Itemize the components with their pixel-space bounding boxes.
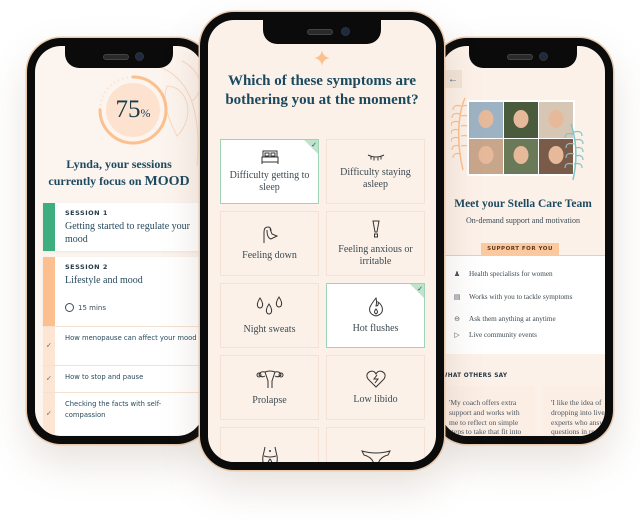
- phone-notch: [65, 46, 173, 68]
- session-status-bar: [43, 203, 55, 251]
- care-team-screen: ← Meet your Stella Care Team On-demand s…: [441, 46, 605, 436]
- testimonial-card: 'I like the idea of dropping into live w…: [543, 386, 605, 436]
- symptom-label: Hot flushes: [352, 322, 399, 334]
- back-button[interactable]: ←: [444, 70, 462, 88]
- support-text: Live community events: [469, 331, 537, 339]
- support-list: ♟ Health specialists for women ▤ Works wit…: [441, 255, 605, 354]
- bed-icon: [261, 150, 278, 164]
- team-member-photo: [504, 102, 538, 138]
- sad-face-profile-icon: [263, 225, 278, 243]
- focus-topic: MOOD: [144, 174, 190, 189]
- support-tab[interactable]: SUPPORT FOR YOU: [481, 243, 559, 255]
- symptoms-screen: Which of these symptoms are bothering yo…: [208, 20, 436, 462]
- phone-middle-symptoms: Which of these symptoms are bothering yo…: [200, 12, 444, 470]
- progress-percent-symbol: %: [140, 105, 151, 120]
- chat-icon: ⊖: [454, 315, 460, 323]
- progress-value: 75%: [97, 74, 169, 146]
- duration-text: 15 mins: [78, 303, 106, 312]
- person-icon: ♟: [453, 270, 461, 278]
- support-text: Works with you to tackle symptoms: [469, 293, 573, 301]
- closed-eye-icon: [367, 154, 384, 160]
- support-item: ♟ Health specialists for women: [453, 270, 553, 278]
- symptom-option[interactable]: [220, 427, 319, 462]
- lesson-item[interactable]: ✓ How menopause can affect your mood: [43, 326, 203, 365]
- phone-right-care-team: ← Meet your Stella Care Team On-demand s…: [433, 38, 613, 444]
- symptom-option[interactable]: ✓ Hot flushes: [326, 283, 425, 348]
- symptom-option[interactable]: ✓ Difficulty getting to sleep: [220, 139, 319, 204]
- team-member-photo: [469, 102, 503, 138]
- lesson-title: How to stop and pause: [65, 373, 144, 381]
- session-card-1[interactable]: SESSION 1 Getting started to regulate yo…: [43, 203, 203, 251]
- team-member-photo: [469, 138, 503, 174]
- symptom-label: Difficulty getting to sleep: [229, 169, 310, 193]
- session-duration: 15 mins: [65, 303, 197, 312]
- phone-notch: [263, 20, 381, 44]
- symptom-label: Feeling anxious or irritable: [338, 243, 413, 267]
- team-subtitle: On-demand support and motivation: [466, 216, 580, 225]
- session-label: SESSION 1: [65, 209, 108, 217]
- arrow-left-icon: ←: [448, 73, 458, 85]
- check-icon: ✓: [46, 374, 52, 383]
- symptom-option[interactable]: Night sweats: [220, 283, 319, 348]
- check-icon: ✓: [46, 341, 52, 350]
- phone-left-sessions: 75% Lynda, your sessions currently focus…: [27, 38, 211, 444]
- lesson-title: Checking the facts with self-compassion: [65, 400, 162, 419]
- symptom-grid: ✓ Difficulty getting to sleep Difficulty…: [220, 139, 432, 462]
- phone-notch: [469, 46, 577, 68]
- waist-icon: [261, 446, 278, 462]
- symptom-label: Night sweats: [243, 323, 296, 335]
- focus-line-2: currently focus on MOOD: [35, 173, 203, 190]
- check-icon: ✓: [311, 141, 317, 149]
- sessions-screen: 75% Lynda, your sessions currently focus…: [35, 46, 203, 436]
- what-others-say-heading: WHAT OTHERS SAY: [441, 373, 508, 379]
- symptom-option[interactable]: Prolapse: [220, 355, 319, 420]
- clock-icon: [65, 303, 74, 312]
- testimonial-card: 'My coach offers extra support and works…: [441, 386, 535, 436]
- support-text: Health specialists for women: [469, 270, 553, 278]
- check-icon: ✓: [46, 409, 52, 418]
- symptom-option[interactable]: Low libido: [326, 355, 425, 420]
- symptom-option[interactable]: Difficulty staying asleep: [326, 139, 425, 204]
- support-item: ⊖ Ask them anything at anytime: [453, 315, 556, 323]
- symptom-label: Feeling down: [242, 249, 297, 261]
- session-card-2[interactable]: SESSION 2 Lifestyle and mood 15 mins: [43, 257, 203, 326]
- droplets-icon: [256, 295, 282, 314]
- symptom-option[interactable]: Feeling anxious or irritable: [326, 211, 425, 276]
- session-list: SESSION 1 Getting started to regulate yo…: [43, 203, 203, 436]
- lesson-item[interactable]: ✓ How to stop and pause: [43, 365, 203, 392]
- focus-line-1: Lynda, your sessions: [66, 157, 172, 171]
- session-title: Lifestyle and mood: [65, 275, 143, 286]
- symptom-label: Difficulty staying asleep: [340, 166, 411, 190]
- question-heading: Which of these symptoms are bothering yo…: [225, 73, 419, 108]
- team-member-photo: [504, 138, 538, 174]
- session-title: Getting started to regulate your mood: [65, 221, 190, 245]
- sparkle-icon: [314, 50, 330, 66]
- team-title: Meet your Stella Care Team: [454, 198, 592, 210]
- play-icon: ▷: [454, 331, 460, 339]
- symptom-label: Low libido: [353, 393, 398, 405]
- lesson-title: How menopause can affect your mood: [65, 334, 197, 342]
- care-team-photo: [467, 100, 575, 176]
- symptom-label: Prolapse: [252, 394, 287, 406]
- support-item: ▷ Live community events: [453, 331, 537, 339]
- support-item: ▤ Works with you to tackle symptoms: [453, 293, 573, 301]
- broken-heart-icon: [365, 370, 386, 388]
- uterus-icon: [256, 370, 283, 388]
- check-icon: ✓: [417, 285, 423, 293]
- symptom-option[interactable]: Feeling down: [220, 211, 319, 276]
- focus-heading: Lynda, your sessions currently focus on …: [35, 156, 203, 190]
- document-icon: ▤: [453, 293, 461, 301]
- underwear-icon: [360, 449, 391, 462]
- session-status-bar: [43, 257, 55, 326]
- support-text: Ask them anything at anytime: [469, 315, 556, 323]
- lesson-item[interactable]: ✓ Checking the facts with self-compassio…: [43, 392, 203, 435]
- symptom-option[interactable]: [326, 427, 425, 462]
- focus-prefix: currently focus on: [48, 174, 145, 188]
- flame-icon: [368, 296, 383, 317]
- exclamation-icon: [371, 220, 380, 237]
- progress-number: 75: [115, 96, 141, 123]
- fern-right-icon: [564, 123, 584, 181]
- session-label: SESSION 2: [65, 263, 108, 271]
- progress-ring: 75%: [97, 74, 169, 146]
